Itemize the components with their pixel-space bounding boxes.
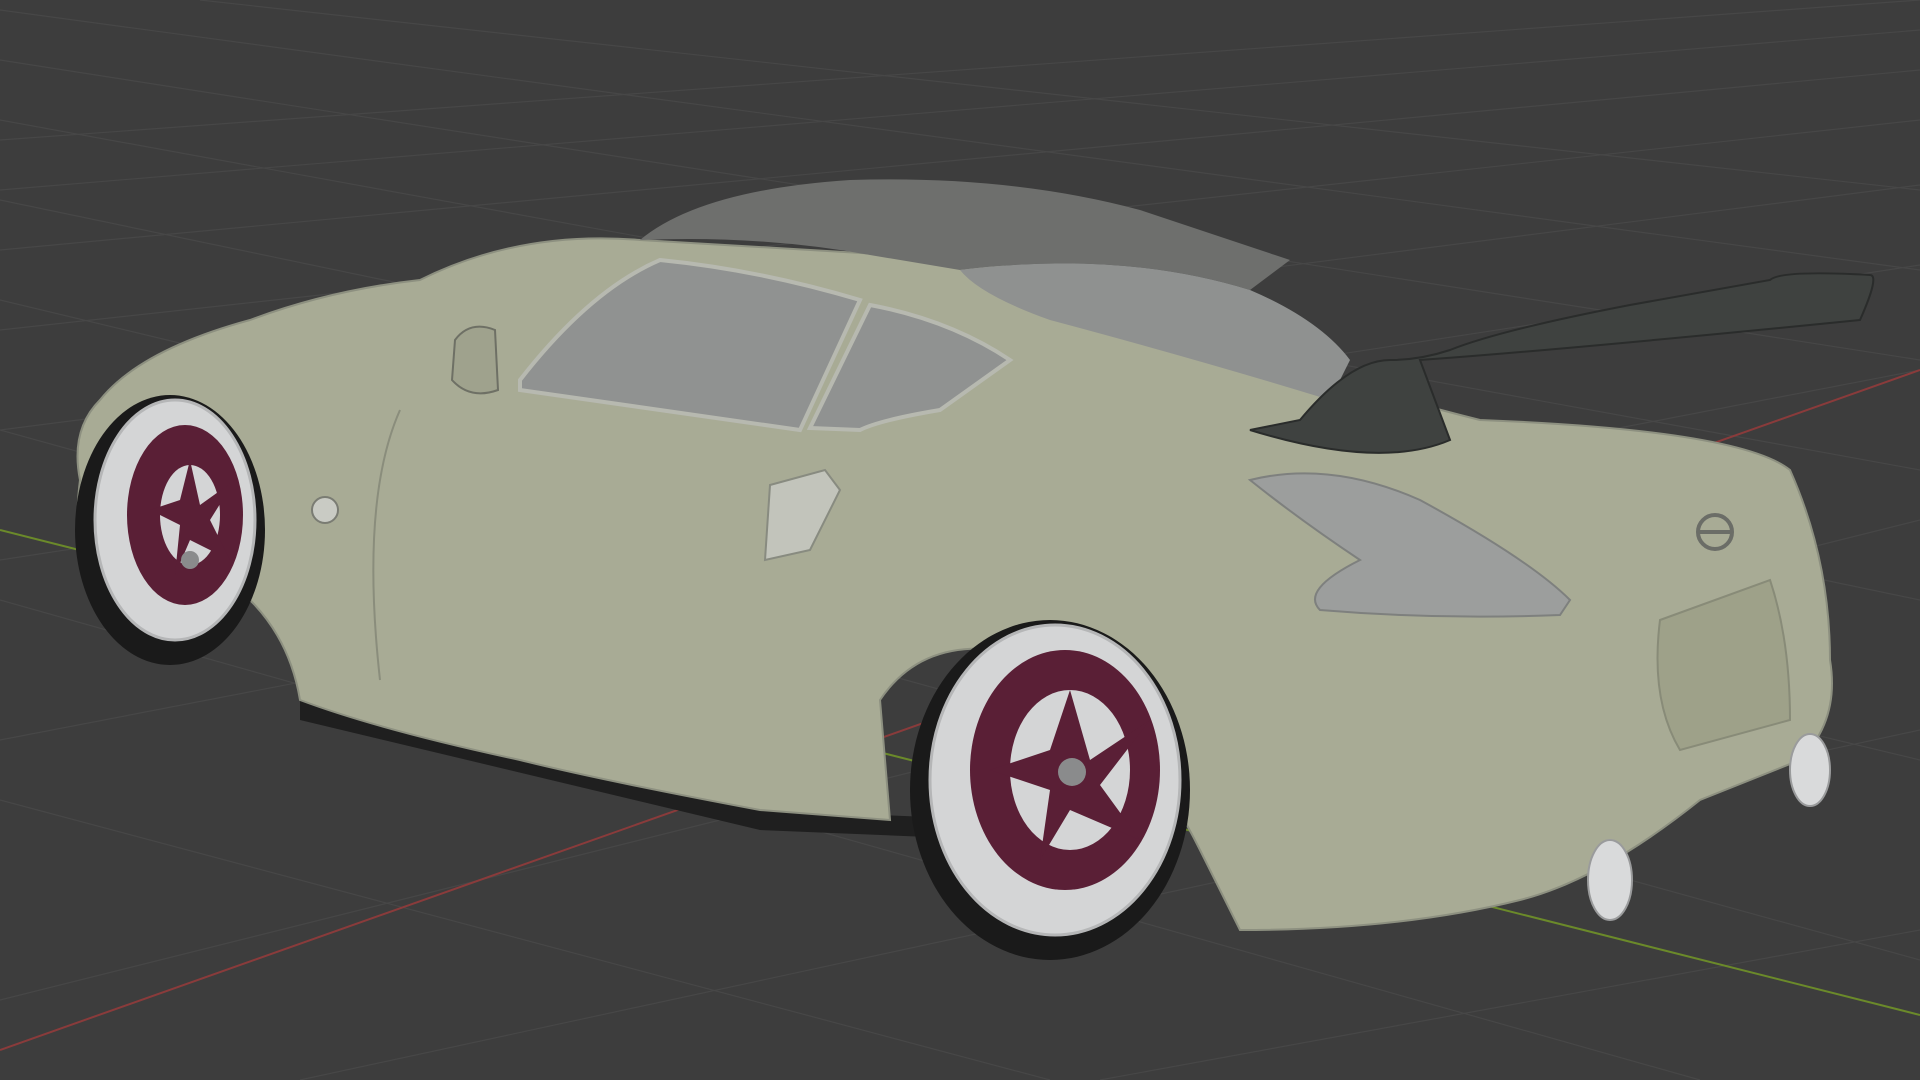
exhaust-left <box>1587 839 1633 921</box>
viewport-canvas[interactable] <box>0 0 1920 1080</box>
exhaust-right <box>1789 733 1831 807</box>
3d-viewport[interactable] <box>0 0 1920 1080</box>
z-badge-icon <box>311 496 339 524</box>
side-mirror <box>450 325 500 395</box>
front-wheel[interactable] <box>75 395 265 665</box>
car-model[interactable] <box>75 179 1875 960</box>
rear-wheel[interactable] <box>910 620 1190 960</box>
